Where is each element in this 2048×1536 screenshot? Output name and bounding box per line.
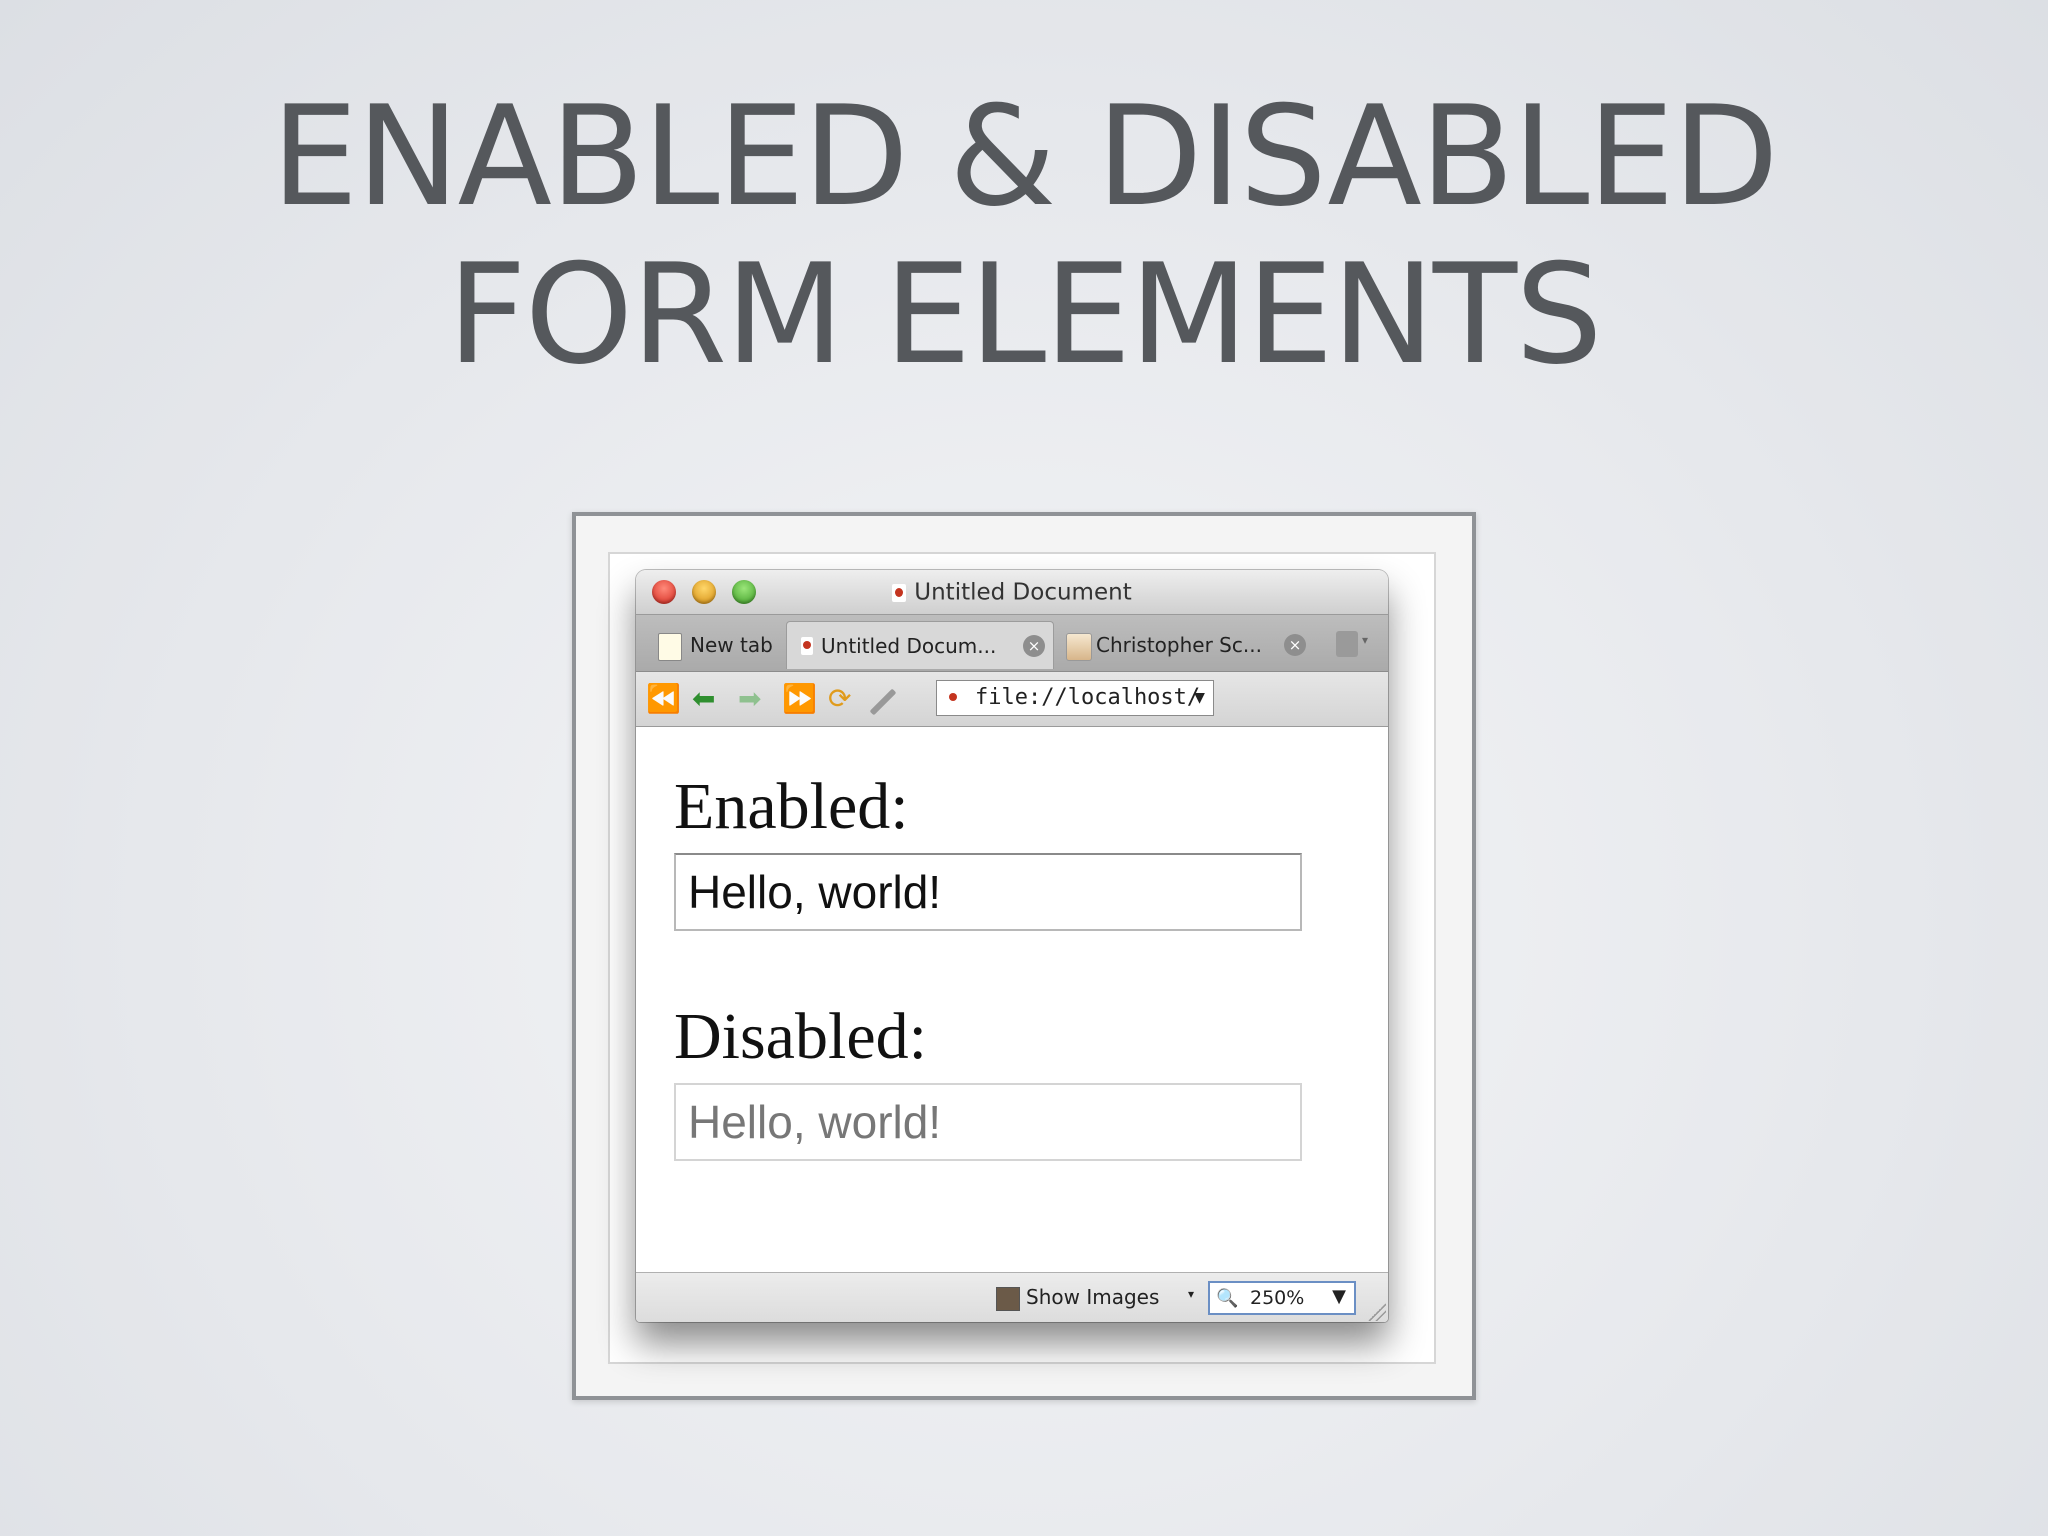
navigation-toolbar: ⏪ ⬅ ➡ ⏩ ⟳ file://localhost/ ▼: [636, 672, 1388, 727]
tab-bar: New tab Untitled Docum... × Christopher …: [636, 615, 1388, 672]
page-icon: [947, 689, 959, 707]
browser-window: Untitled Document New tab Untitled Docum…: [636, 570, 1388, 1322]
tab-label: New tab: [690, 633, 773, 657]
magnifier-icon: 🔍: [1216, 1288, 1239, 1309]
close-tab-icon[interactable]: ×: [1023, 635, 1045, 657]
new-tab-icon: [658, 633, 682, 661]
window-title: Untitled Document: [914, 579, 1132, 606]
forward-arrow-icon[interactable]: ➡: [738, 684, 761, 714]
url-dropdown-icon[interactable]: ▼: [1194, 681, 1205, 715]
image-icon: [996, 1287, 1020, 1311]
url-bar[interactable]: file://localhost/ ▼: [936, 680, 1214, 716]
back-arrow-icon[interactable]: ⬅: [692, 684, 715, 714]
disabled-text-input: [674, 1083, 1302, 1161]
rewind-icon[interactable]: ⏪: [646, 684, 681, 714]
tab-label: Christopher Sc...: [1096, 633, 1262, 657]
zoom-value: 250%: [1250, 1287, 1305, 1309]
tab-christopher[interactable]: Christopher Sc... ×: [1056, 621, 1318, 669]
show-images-button[interactable]: Show Images: [1026, 1285, 1159, 1309]
slide-title-line-1: ENABLED & DISABLED: [271, 76, 1779, 237]
document-icon: [892, 583, 907, 602]
reload-icon[interactable]: ⟳: [828, 684, 851, 714]
url-text: file://localhost/: [975, 685, 1201, 710]
resize-grip-icon[interactable]: [1368, 1303, 1386, 1321]
slide-title-line-2: FORM ELEMENTS: [447, 234, 1602, 395]
tab-new-tab[interactable]: New tab: [650, 621, 784, 669]
tab-label: Untitled Docum...: [821, 634, 997, 658]
fast-forward-icon[interactable]: ⏩: [782, 684, 817, 714]
slide-title: ENABLED & DISABLED FORM ELEMENTS: [0, 78, 2048, 394]
chevron-down-icon[interactable]: ▾: [1362, 633, 1368, 647]
enabled-label: Enabled:: [674, 770, 909, 843]
status-bar: Show Images ▾ 🔍 250% ▼: [636, 1272, 1388, 1322]
avatar-icon: [1066, 633, 1092, 661]
trash-icon[interactable]: [1336, 631, 1358, 657]
zoom-field[interactable]: 🔍 250% ▼: [1208, 1281, 1356, 1315]
wand-icon[interactable]: [869, 688, 897, 716]
tab-untitled-document[interactable]: Untitled Docum... ×: [786, 621, 1054, 669]
page-icon: [801, 637, 813, 655]
close-tab-icon[interactable]: ×: [1284, 634, 1306, 656]
chevron-down-icon[interactable]: ▾: [1188, 1287, 1194, 1301]
enabled-text-input[interactable]: [674, 853, 1302, 931]
page-content: Enabled: Disabled:: [636, 727, 1388, 1271]
window-title-wrap: Untitled Document: [636, 570, 1388, 614]
disabled-label: Disabled:: [674, 1000, 927, 1073]
title-bar: Untitled Document: [636, 570, 1388, 615]
zoom-dropdown-icon[interactable]: ▼: [1332, 1286, 1346, 1307]
